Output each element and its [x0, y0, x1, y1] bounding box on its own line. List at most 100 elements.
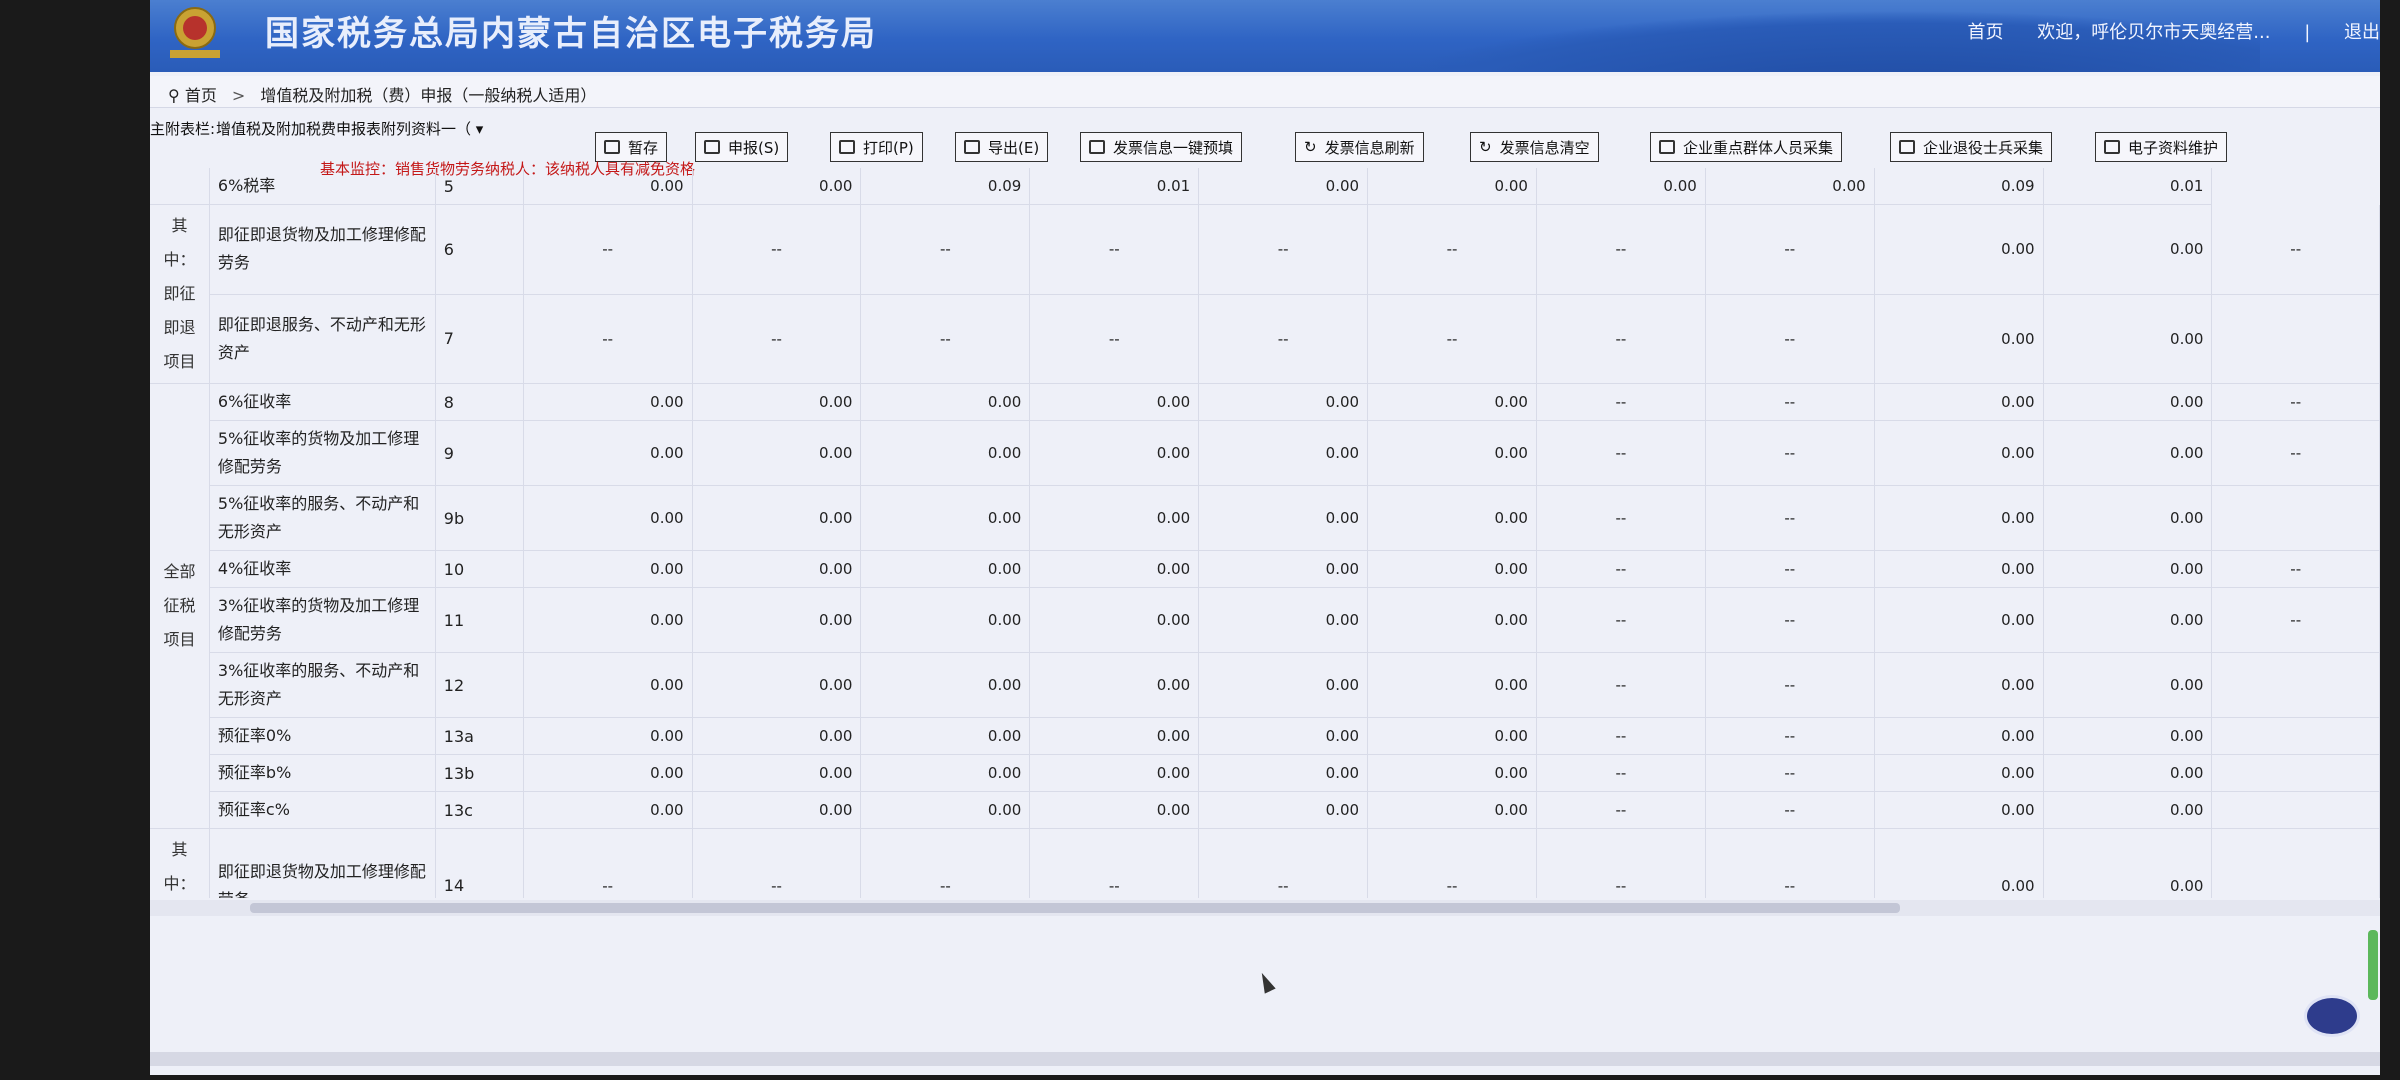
value-cell[interactable]: 0.00 [860, 791, 1031, 829]
value-cell[interactable]: 0.00 [860, 485, 1031, 551]
value-cell[interactable]: 0.00 [1874, 828, 2044, 898]
value-cell[interactable]: 0.00 [523, 791, 693, 829]
value-cell[interactable]: 0.00 [2043, 485, 2213, 551]
export-button[interactable]: 导出(E) [955, 132, 1049, 162]
value-cell[interactable]: 0.00 [692, 717, 862, 755]
value-cell[interactable]: 0.00 [2043, 204, 2213, 295]
value-cell[interactable]: 0.00 [2043, 828, 2213, 898]
value-cell[interactable]: 0.00 [1367, 420, 1537, 486]
value-cell[interactable]: 0.00 [2043, 652, 2213, 718]
scrollbar-thumb[interactable] [250, 903, 1900, 913]
value-cell[interactable]: 0.00 [1367, 587, 1537, 653]
value-cell[interactable]: 0.00 [1367, 550, 1537, 588]
value-cell[interactable]: 0.00 [1029, 754, 1200, 792]
value-cell[interactable]: 0.00 [1874, 550, 2044, 588]
value-cell[interactable]: 0.00 [692, 652, 862, 718]
value-cell[interactable]: 0.00 [860, 754, 1031, 792]
vertical-scroll-indicator[interactable] [2368, 930, 2378, 1000]
archive-button[interactable]: 电子资料维护 [2095, 132, 2228, 162]
value-cell[interactable]: 0.00 [1874, 485, 2044, 551]
collect-veteran-button[interactable]: 企业退役士兵采集 [1890, 132, 2053, 162]
logout-link[interactable]: 退出 [2344, 22, 2380, 43]
value-cell[interactable]: 0.00 [1029, 587, 1200, 653]
value-cell[interactable]: 0.00 [860, 550, 1031, 588]
value-cell[interactable]: 0.00 [523, 717, 693, 755]
value-cell[interactable]: 0.00 [1367, 791, 1537, 829]
sheet-select[interactable]: 增值税及附加税费申报表附列资料一（ ▾ [210, 116, 580, 142]
value-cell[interactable]: 0.00 [692, 550, 862, 588]
declare-button[interactable]: 申报(S) [695, 132, 789, 162]
value-cell[interactable]: 0.00 [523, 383, 693, 421]
value-cell[interactable]: 0.00 [860, 587, 1031, 653]
value-cell[interactable]: 0.00 [2043, 587, 2213, 653]
value-cell[interactable]: 0.00 [1198, 791, 1369, 829]
value-cell[interactable]: 0.00 [523, 587, 693, 653]
value-cell[interactable]: 0.00 [2043, 717, 2213, 755]
page-scrollbar[interactable] [150, 1052, 2380, 1066]
value-cell[interactable]: 0.00 [692, 587, 862, 653]
value-cell[interactable]: 0.00 [523, 652, 693, 718]
row-line-number: 11 [435, 587, 524, 653]
value-cell[interactable]: 0.00 [523, 550, 693, 588]
row-item-label: 4%征收率 [209, 550, 436, 588]
value-cell[interactable]: 0.00 [1874, 791, 2044, 829]
collect-staff-button[interactable]: 企业重点群体人员采集 [1650, 132, 1843, 162]
value-cell[interactable]: 0.00 [523, 420, 693, 486]
value-cell[interactable]: 0.00 [2043, 420, 2213, 486]
value-cell[interactable]: 0.00 [1029, 383, 1200, 421]
invoice-refresh-button[interactable]: ↻ 发票信息刷新 [1295, 132, 1424, 162]
value-cell[interactable]: 0.00 [1029, 791, 1200, 829]
value-cell[interactable]: 0.00 [2043, 754, 2213, 792]
value-cell[interactable]: 0.00 [1198, 717, 1369, 755]
value-cell[interactable]: 0.00 [2043, 791, 2213, 829]
value-cell[interactable]: 0.00 [1367, 717, 1537, 755]
value-cell[interactable]: 0.00 [1367, 754, 1537, 792]
value-cell[interactable]: 0.00 [1874, 294, 2044, 384]
value-cell[interactable]: 0.00 [1198, 383, 1369, 421]
value-cell[interactable]: 0.00 [860, 652, 1031, 718]
value-cell[interactable]: 0.00 [1198, 587, 1369, 653]
value-cell[interactable]: 0.00 [692, 420, 862, 486]
value-cell[interactable]: 0.00 [1874, 754, 2044, 792]
value-cell[interactable]: 0.00 [1198, 485, 1369, 551]
value-cell[interactable]: 0.00 [523, 754, 693, 792]
value-cell[interactable]: 0.00 [1198, 550, 1369, 588]
value-cell[interactable]: 0.00 [1367, 652, 1537, 718]
value-cell[interactable]: 0.00 [1198, 652, 1369, 718]
value-cell[interactable]: 0.00 [692, 754, 862, 792]
value-cell[interactable]: 0.00 [692, 485, 862, 551]
invoice-prefill-button[interactable]: 发票信息一键预填 [1080, 132, 1243, 162]
home-link[interactable]: 首页 [1968, 22, 2004, 43]
value-cell[interactable]: 0.00 [523, 485, 693, 551]
value-cell[interactable]: 0.00 [860, 420, 1031, 486]
value-cell[interactable]: 0.00 [1367, 485, 1537, 551]
value-cell[interactable]: 0.00 [1029, 420, 1200, 486]
print-button[interactable]: 打印(P) [830, 132, 923, 162]
value-cell[interactable]: 0.00 [1874, 717, 2044, 755]
value-cell[interactable]: 0.00 [2043, 383, 2213, 421]
invoice-clear-button[interactable]: ↻ 发票信息清空 [1470, 132, 1599, 162]
value-cell[interactable]: 0.00 [2043, 550, 2213, 588]
value-cell[interactable]: 0.00 [1874, 420, 2044, 486]
help-chat-icon[interactable] [2304, 995, 2360, 1037]
value-cell[interactable]: 0.00 [2043, 294, 2213, 384]
value-cell[interactable]: 0.00 [860, 383, 1031, 421]
value-cell[interactable]: 0.00 [692, 791, 862, 829]
horizontal-scrollbar[interactable] [150, 900, 2380, 916]
value-cell[interactable]: 0.00 [1198, 754, 1369, 792]
value-cell[interactable]: 0.00 [1029, 652, 1200, 718]
value-cell[interactable]: 0.00 [860, 717, 1031, 755]
value-cell[interactable]: 0.00 [1367, 383, 1537, 421]
breadcrumb-home[interactable]: 首页 [185, 86, 217, 105]
value-cell[interactable]: 0.00 [1029, 550, 1200, 588]
value-cell[interactable]: 0.00 [1874, 383, 2044, 421]
value-cell[interactable]: 0.00 [1029, 717, 1200, 755]
row-item-label: 预征率b% [209, 754, 436, 792]
value-cell: -- [1367, 828, 1537, 898]
value-cell[interactable]: 0.00 [1874, 587, 2044, 653]
value-cell[interactable]: 0.00 [692, 383, 862, 421]
value-cell[interactable]: 0.00 [1874, 652, 2044, 718]
value-cell[interactable]: 0.00 [1874, 204, 2044, 295]
value-cell[interactable]: 0.00 [1029, 485, 1200, 551]
value-cell[interactable]: 0.00 [1198, 420, 1369, 486]
